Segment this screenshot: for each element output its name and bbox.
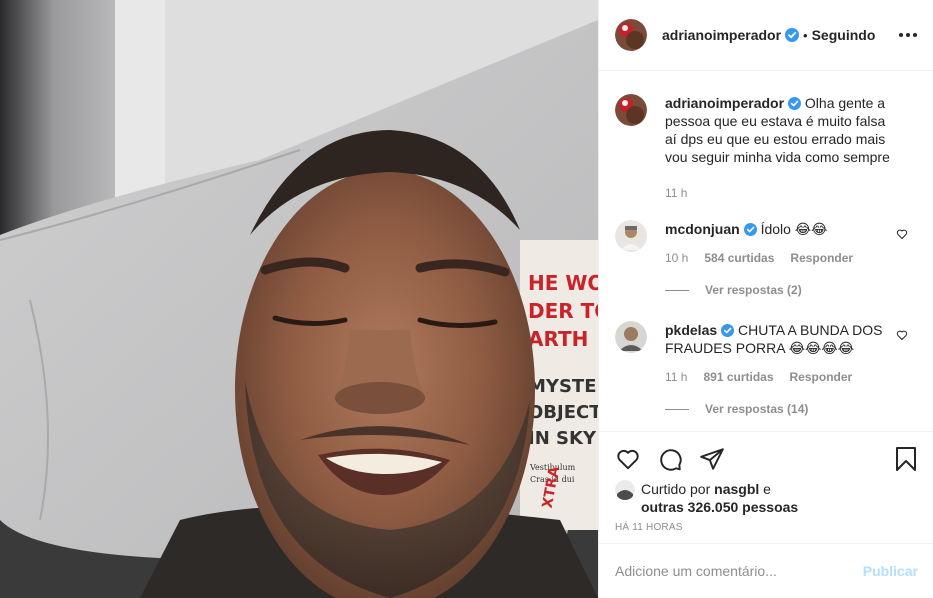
reply-button[interactable]: Responder xyxy=(790,370,853,384)
newspaper-text-4: MYSTERY xyxy=(528,376,598,397)
comment-input[interactable] xyxy=(615,563,863,579)
comment-likes-count[interactable]: 584 curtidas xyxy=(704,251,774,265)
comment-icon[interactable] xyxy=(657,446,683,472)
likes-conj: e xyxy=(763,481,771,497)
comment-text: mcdonjuan Ídolo 😂😂 xyxy=(665,220,890,238)
view-replies-label: Ver respostas (14) xyxy=(705,402,809,416)
caption-username[interactable]: adrianoimperador xyxy=(665,95,784,111)
caption-avatar[interactable] xyxy=(615,94,647,126)
comment-likes-count[interactable]: 891 curtidas xyxy=(703,370,773,384)
comment-username[interactable]: mcdonjuan xyxy=(665,221,740,237)
view-replies-button[interactable]: Ver respostas (2) xyxy=(665,283,918,297)
comment-meta: 10 h 584 curtidas Responder xyxy=(665,251,918,265)
liker-username[interactable]: nasgbl xyxy=(714,481,759,497)
newspaper-text-3: ARTH xyxy=(528,327,588,351)
likes-others[interactable]: outras 326.050 pessoas xyxy=(641,499,798,515)
comment-text: pkdelas CHUTA A BUNDA DOS FRAUDES PORRA … xyxy=(665,321,890,357)
publish-button[interactable]: Publicar xyxy=(863,563,918,579)
comment-avatar[interactable] xyxy=(615,220,647,252)
more-options-icon[interactable] xyxy=(899,33,917,37)
caption-meta: 11 h xyxy=(665,186,918,200)
newspaper-text-6: IN SKY O xyxy=(528,428,598,449)
author-username[interactable]: adrianoimperador xyxy=(662,27,781,43)
newspaper-text-1: HE WORLD xyxy=(528,271,598,295)
comment-age[interactable]: 10 h xyxy=(665,251,688,265)
post-sidebar: adrianoimperador • Seguindo adrianoimper… xyxy=(598,0,933,598)
likes-summary: Curtido por nasgbl e outras 326.050 pess… xyxy=(615,480,918,516)
reply-button[interactable]: Responder xyxy=(790,251,853,265)
view-replies-label: Ver respostas (2) xyxy=(705,283,802,297)
post-actions: Curtido por nasgbl e outras 326.050 pess… xyxy=(599,431,933,533)
newspaper-text-5: OBJECTS xyxy=(528,402,598,423)
replies-divider xyxy=(665,408,689,410)
verified-badge-icon xyxy=(785,28,800,42)
selfie-image: HE WORLD DER TO ARTH MYSTERY OBJECTS IN … xyxy=(0,0,598,598)
following-button[interactable]: Seguindo xyxy=(812,27,876,43)
comment-avatar[interactable] xyxy=(615,321,647,353)
verified-badge-icon xyxy=(743,223,757,236)
post-timestamp[interactable]: HÁ 11 HORAS xyxy=(615,522,918,533)
likes-text: Curtido por nasgbl e outras 326.050 pess… xyxy=(641,480,798,516)
comment-username[interactable]: pkdelas xyxy=(665,322,717,338)
comment-like-heart-icon[interactable] xyxy=(896,329,908,341)
verified-badge-icon xyxy=(788,97,802,110)
caption: adrianoimperador Olha gente a pessoa que… xyxy=(615,94,918,200)
post-photo[interactable]: HE WORLD DER TO ARTH MYSTERY OBJECTS IN … xyxy=(0,0,598,598)
heart-icon[interactable] xyxy=(615,446,641,472)
header-separator: • xyxy=(803,27,808,43)
author-avatar[interactable] xyxy=(615,19,647,51)
bookmark-icon[interactable] xyxy=(894,446,918,472)
comment-age[interactable]: 11 h xyxy=(665,370,687,384)
comment-item: mcdonjuan Ídolo 😂😂 10 h 584 curtidas Res… xyxy=(615,220,918,297)
likes-prefix: Curtido por xyxy=(641,481,711,497)
replies-divider xyxy=(665,289,689,291)
comment-meta: 11 h 891 curtidas Responder xyxy=(665,370,918,384)
verified-badge-icon xyxy=(721,324,735,337)
post-header: adrianoimperador • Seguindo xyxy=(599,0,933,71)
comment-like-heart-icon[interactable] xyxy=(896,228,908,240)
comment-body: Ídolo 😂😂 xyxy=(760,221,828,237)
post-dialog: HE WORLD DER TO ARTH MYSTERY OBJECTS IN … xyxy=(0,0,933,598)
caption-age[interactable]: 11 h xyxy=(665,186,687,200)
comments-list[interactable]: adrianoimperador Olha gente a pessoa que… xyxy=(599,72,933,432)
comment-item: pkdelas CHUTA A BUNDA DOS FRAUDES PORRA … xyxy=(615,321,918,416)
action-icons xyxy=(615,432,918,480)
liker-avatar[interactable] xyxy=(615,480,635,500)
newspaper-text-2: DER TO xyxy=(528,299,598,323)
caption-text: adrianoimperador Olha gente a pessoa que… xyxy=(665,94,890,166)
share-icon[interactable] xyxy=(699,446,725,472)
add-comment-bar: Publicar xyxy=(599,543,933,598)
view-replies-button[interactable]: Ver respostas (14) xyxy=(665,402,918,416)
